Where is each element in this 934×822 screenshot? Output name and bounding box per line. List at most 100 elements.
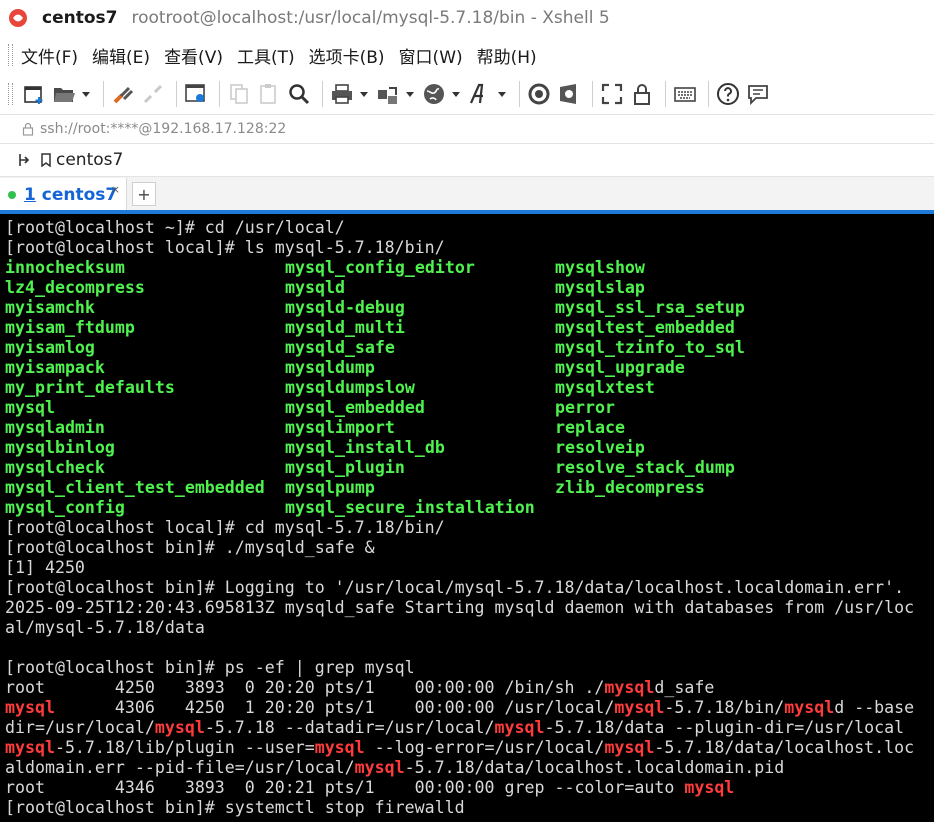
ls-entry: mysqlpump (285, 478, 375, 497)
session-address: ssh://root:****@192.168.17.128:22 (40, 121, 287, 137)
ls-entry: mysqlshow (555, 258, 645, 277)
ls-entry: mysql_embedded (285, 398, 425, 417)
tab-number: 1 (24, 185, 36, 205)
process-line: aldomain.err --pid-file=/usr/local/mysql… (5, 758, 785, 777)
copy-icon[interactable] (226, 81, 252, 107)
toolbar (0, 74, 934, 114)
keyboard-icon[interactable] (672, 81, 698, 107)
ls-entry: resolveip (555, 438, 645, 457)
title-bar: centos7 rootroot@localhost:/usr/local/my… (0, 0, 934, 36)
add-tab-button[interactable]: + (132, 182, 156, 206)
ls-entry: mysqlbinlog (5, 438, 115, 457)
close-tab-icon[interactable]: × (111, 183, 120, 196)
ls-entry: mysql_ssl_rsa_setup (555, 298, 745, 317)
address-bar[interactable]: ssh://root:****@192.168.17.128:22 (0, 114, 934, 143)
ls-entry: mysqld (285, 278, 345, 297)
open-folder-icon[interactable] (51, 81, 77, 107)
session-bar: centos7 (0, 143, 934, 176)
transfer-dropdown-icon[interactable] (405, 81, 415, 107)
bookmark-icon[interactable] (40, 153, 52, 167)
ls-entry: mysql_config (5, 498, 125, 517)
transfer-icon[interactable] (375, 81, 401, 107)
menu-view[interactable]: 查看(V) (164, 43, 223, 68)
ls-entry: myisamchk (5, 298, 95, 317)
ls-entry: mysql_config_editor (285, 258, 475, 277)
ls-entry: myisampack (5, 358, 105, 377)
ls-entry: mysql (5, 398, 55, 417)
process-line: root 4346 3893 0 20:21 pts/1 00:00:00 gr… (5, 778, 735, 797)
menu-grip (8, 44, 13, 66)
globe-dropdown-icon[interactable] (451, 81, 461, 107)
ls-entry: mysql_secure_installation (285, 498, 535, 517)
connect-icon[interactable] (110, 81, 136, 107)
paste-icon[interactable] (256, 81, 282, 107)
ls-entry: mysql_plugin (285, 458, 405, 477)
find-icon[interactable] (286, 81, 312, 107)
xmanager-icon[interactable] (556, 81, 582, 107)
menu-file[interactable]: 文件(F) (21, 43, 78, 68)
menu-tabs[interactable]: 选项卡(B) (309, 43, 385, 68)
tab-centos7[interactable]: 1 centos7 × (0, 178, 127, 212)
ls-entry: lz4_decompress (5, 278, 145, 297)
ls-entry: mysql_install_db (285, 438, 445, 457)
ls-entry: myisamlog (5, 338, 95, 357)
ls-entry: zlib_decompress (555, 478, 705, 497)
menu-edit[interactable]: 编辑(E) (92, 43, 150, 68)
disconnect-icon[interactable] (140, 81, 166, 107)
ls-entry: mysqld-debug (285, 298, 405, 317)
session-name[interactable]: centos7 (56, 150, 123, 170)
terminal-line: [root@localhost ~]# cd /usr/local/ (5, 218, 345, 237)
lock-icon[interactable] (629, 81, 655, 107)
process-line: mysql-5.7.18/lib/plugin --user=mysql --l… (5, 738, 915, 757)
globe-icon[interactable] (421, 81, 447, 107)
ls-entry: mysqltest_embedded (555, 318, 735, 337)
terminal-line: [root@localhost bin]# ps -ef | grep mysq… (5, 658, 415, 677)
ls-entry: mysqlslap (555, 278, 645, 297)
terminal-line: [root@localhost bin]# systemctl stop fir… (5, 798, 465, 817)
properties-icon[interactable] (183, 81, 209, 107)
ls-entry: mysqlxtest (555, 378, 655, 397)
font-icon[interactable] (467, 81, 493, 107)
print-icon[interactable] (329, 81, 355, 107)
ls-entry: innochecksum (5, 258, 125, 277)
ls-entry: perror (555, 398, 615, 417)
help-icon[interactable] (715, 81, 741, 107)
chat-icon[interactable] (745, 81, 771, 107)
toolbar-grip (8, 83, 13, 105)
tab-bar: 1 centos7 × + (0, 176, 934, 212)
process-line: mysql 4306 4250 1 20:20 pts/1 00:00:00 /… (5, 698, 915, 717)
ls-entry: mysqladmin (5, 418, 105, 437)
tab-label: centos7 (41, 185, 118, 205)
terminal-line: al/mysql-5.7.18/data (5, 618, 205, 637)
menu-tools[interactable]: 工具(T) (237, 43, 295, 68)
process-line: dir=/usr/local/mysql-5.7.18 --datadir=/u… (5, 718, 905, 737)
ls-entry: mysql_client_test_embedded (5, 478, 265, 497)
ls-entry: my_print_defaults (5, 378, 175, 397)
window-title-path: rootroot@localhost:/usr/local/mysql-5.7.… (131, 8, 610, 28)
print-dropdown-icon[interactable] (359, 81, 369, 107)
ls-entry: myisam_ftdump (5, 318, 135, 337)
ls-entry: resolve_stack_dump (555, 458, 735, 477)
terminal-line: 2025-09-25T12:20:43.695813Z mysqld_safe … (5, 598, 915, 617)
process-line: root 4250 3893 0 20:20 pts/1 00:00:00 /b… (5, 678, 715, 697)
window-title-session: centos7 (42, 8, 118, 28)
font-dropdown-icon[interactable] (497, 81, 507, 107)
menu-bar: 文件(F) 编辑(E) 查看(V) 工具(T) 选项卡(B) 窗口(W) 帮助(… (0, 36, 934, 74)
xftp-icon[interactable] (526, 81, 552, 107)
new-session-icon[interactable] (21, 81, 47, 107)
open-dropdown-icon[interactable] (81, 81, 91, 107)
menu-window[interactable]: 窗口(W) (399, 43, 463, 68)
terminal-line: [root@localhost local]# cd mysql-5.7.18/… (5, 518, 445, 537)
ls-entry: mysqldump (285, 358, 375, 377)
ls-entry: mysqlcheck (5, 458, 105, 477)
fullscreen-icon[interactable] (599, 81, 625, 107)
ls-entry: mysqld_safe (285, 338, 395, 357)
terminal-line: [root@localhost local]# ls mysql-5.7.18/… (5, 238, 445, 257)
terminal[interactable]: [root@localhost ~]# cd /usr/local/ [root… (0, 214, 934, 822)
send-arrow-icon[interactable] (18, 152, 32, 168)
menu-help[interactable]: 帮助(H) (477, 43, 537, 68)
ls-entry: mysql_tzinfo_to_sql (555, 338, 745, 357)
ls-entry: mysqlimport (285, 418, 395, 437)
lock-icon (22, 122, 34, 136)
terminal-line: [root@localhost bin]# Logging to '/usr/l… (5, 578, 905, 597)
